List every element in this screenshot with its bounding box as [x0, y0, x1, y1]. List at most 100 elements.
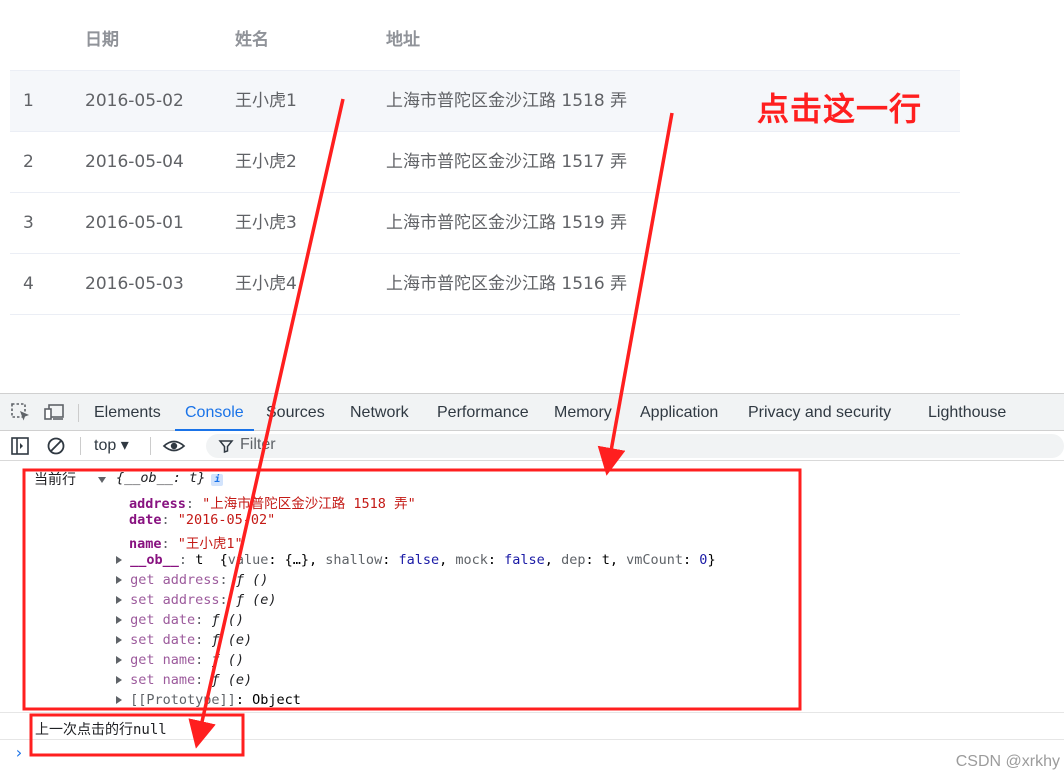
- expand-arrow-icon[interactable]: [116, 676, 122, 684]
- table-row[interactable]: 4 2016-05-03 王小虎4 上海市普陀区金沙江路 1516 弄: [10, 254, 960, 315]
- accessor-value: ƒ (e): [235, 592, 277, 608]
- accessor-key: get address: [130, 572, 220, 588]
- console-divider: [0, 712, 1064, 713]
- row-index: 1: [23, 91, 34, 111]
- accessor-value: ƒ (e): [211, 672, 253, 688]
- ob-key: mock: [455, 552, 488, 568]
- context-selector[interactable]: top ▾: [94, 435, 129, 455]
- toolbar-divider: [80, 437, 81, 455]
- accessor-row[interactable]: get address: ƒ (): [116, 572, 268, 588]
- row-index: 3: [23, 213, 34, 233]
- row-name: 王小虎4: [235, 274, 297, 294]
- device-toolbar-icon[interactable]: [44, 402, 66, 422]
- prop-date: date: "2016-05-02": [129, 512, 276, 528]
- row-address: 上海市普陀区金沙江路 1518 弄: [386, 91, 628, 111]
- row-date: 2016-05-03: [85, 274, 184, 294]
- table-header-row: 日期 姓名 地址: [10, 10, 960, 71]
- row-name: 王小虎1: [235, 91, 297, 111]
- tab-divider: [78, 404, 79, 422]
- expand-arrow-icon[interactable]: [116, 636, 122, 644]
- row-date: 2016-05-02: [85, 91, 184, 111]
- console-toolbar: top ▾ Filter: [0, 431, 1064, 461]
- object-summary-text: {__ob__: t}: [116, 470, 206, 486]
- accessor-row[interactable]: get name: ƒ (): [116, 652, 244, 668]
- prop-value: "上海市普陀区金沙江路 1518 弄": [202, 496, 416, 512]
- accessor-key: set address: [130, 592, 220, 608]
- accessor-row[interactable]: set name: ƒ (e): [116, 672, 252, 688]
- ob-val: false: [398, 552, 440, 568]
- header-date[interactable]: 日期: [85, 10, 119, 70]
- row-name: 王小虎2: [235, 152, 297, 172]
- tab-network[interactable]: Network: [350, 394, 409, 432]
- console-output: 当前行 {__ob__: t} i address: "上海市普陀区金沙江路 15…: [0, 461, 1064, 779]
- brace: }: [707, 552, 716, 568]
- info-icon[interactable]: i: [211, 474, 224, 486]
- accessor-value: ƒ (e): [211, 632, 253, 648]
- accessor-key: set date: [130, 632, 196, 648]
- ob-key: value: [227, 552, 269, 568]
- annotation-label: 点击这一行: [757, 90, 923, 128]
- filter-placeholder: Filter: [240, 436, 276, 453]
- row-index: 4: [23, 274, 34, 294]
- prop-value: "王小虎1": [177, 536, 243, 552]
- prop-ob[interactable]: __ob__: t {value: {…}, shallow: false, m…: [116, 552, 716, 568]
- accessor-row[interactable]: set date: ƒ (e): [116, 632, 252, 648]
- row-date: 2016-05-04: [85, 152, 184, 172]
- header-address[interactable]: 地址: [386, 10, 420, 70]
- filter-input[interactable]: Filter: [206, 434, 1064, 458]
- accessor-key: get date: [130, 612, 196, 628]
- accessor-value: ƒ (): [235, 572, 269, 588]
- accessor-value: ƒ (): [211, 652, 244, 668]
- expand-arrow-icon[interactable]: [116, 656, 122, 664]
- accessor-key: set name: [130, 672, 196, 688]
- tab-privacy-security[interactable]: Privacy and security: [748, 394, 891, 432]
- ob-key: shallow: [325, 552, 383, 568]
- object-summary[interactable]: {__ob__: t} i: [116, 470, 224, 486]
- eye-icon[interactable]: [162, 436, 186, 456]
- row-address: 上海市普陀区金沙江路 1517 弄: [386, 152, 628, 172]
- expand-arrow-icon[interactable]: [116, 696, 122, 704]
- sidebar-toggle-icon[interactable]: [10, 436, 30, 456]
- filter-icon: [218, 438, 234, 458]
- ob-val: false: [504, 552, 545, 568]
- accessor-row[interactable]: set address: ƒ (e): [116, 592, 276, 608]
- tab-elements[interactable]: Elements: [94, 394, 161, 432]
- tab-performance[interactable]: Performance: [437, 394, 529, 432]
- accessor-key: get name: [130, 652, 196, 668]
- expand-arrow-icon[interactable]: [116, 616, 122, 624]
- inspect-element-icon[interactable]: [10, 402, 32, 422]
- row-address: 上海市普陀区金沙江路 1516 弄: [386, 274, 628, 294]
- row-date: 2016-05-01: [85, 213, 184, 233]
- log-label-current-row: 当前行: [34, 472, 76, 488]
- console-prompt-chevron-icon[interactable]: ›: [14, 743, 24, 762]
- brace: {: [219, 552, 228, 568]
- header-name[interactable]: 姓名: [235, 10, 269, 70]
- prototype-key: [[Prototype]]: [130, 692, 236, 708]
- expand-arrow-icon[interactable]: [116, 576, 122, 584]
- tab-sources[interactable]: Sources: [266, 394, 325, 432]
- prop-name: name: "王小虎1": [129, 536, 243, 552]
- ob-key: dep: [561, 552, 586, 568]
- accessor-row[interactable]: get date: ƒ (): [116, 612, 244, 628]
- expand-toggle-icon[interactable]: [98, 471, 106, 487]
- tab-memory[interactable]: Memory: [554, 394, 612, 432]
- table-row[interactable]: 3 2016-05-01 王小虎3 上海市普陀区金沙江路 1519 弄: [10, 193, 960, 254]
- watermark: CSDN @xrkhy: [955, 753, 1060, 770]
- tab-application[interactable]: Application: [640, 394, 718, 432]
- accessor-value: ƒ (): [211, 612, 244, 628]
- row-name: 王小虎3: [235, 213, 297, 233]
- prop-key: address: [129, 496, 186, 512]
- clear-console-icon[interactable]: [46, 436, 66, 456]
- prop-address: address: "上海市普陀区金沙江路 1518 弄": [129, 496, 416, 512]
- prototype-value: Object: [252, 692, 301, 708]
- tab-lighthouse[interactable]: Lighthouse: [928, 394, 1006, 432]
- expand-arrow-icon[interactable]: [116, 596, 122, 604]
- devtools-panel: Elements Console Sources Network Perform…: [0, 393, 1064, 779]
- table-row[interactable]: 2 2016-05-04 王小虎2 上海市普陀区金沙江路 1517 弄: [10, 132, 960, 193]
- tab-console[interactable]: Console: [175, 394, 254, 432]
- prop-key: date: [129, 512, 162, 528]
- data-table: 日期 姓名 地址 1 2016-05-02 王小虎1 上海市普陀区金沙江路 15…: [10, 10, 960, 315]
- prototype-row[interactable]: [[Prototype]]: Object: [116, 692, 301, 708]
- console-divider: [0, 739, 1064, 740]
- expand-arrow-icon[interactable]: [116, 556, 122, 564]
